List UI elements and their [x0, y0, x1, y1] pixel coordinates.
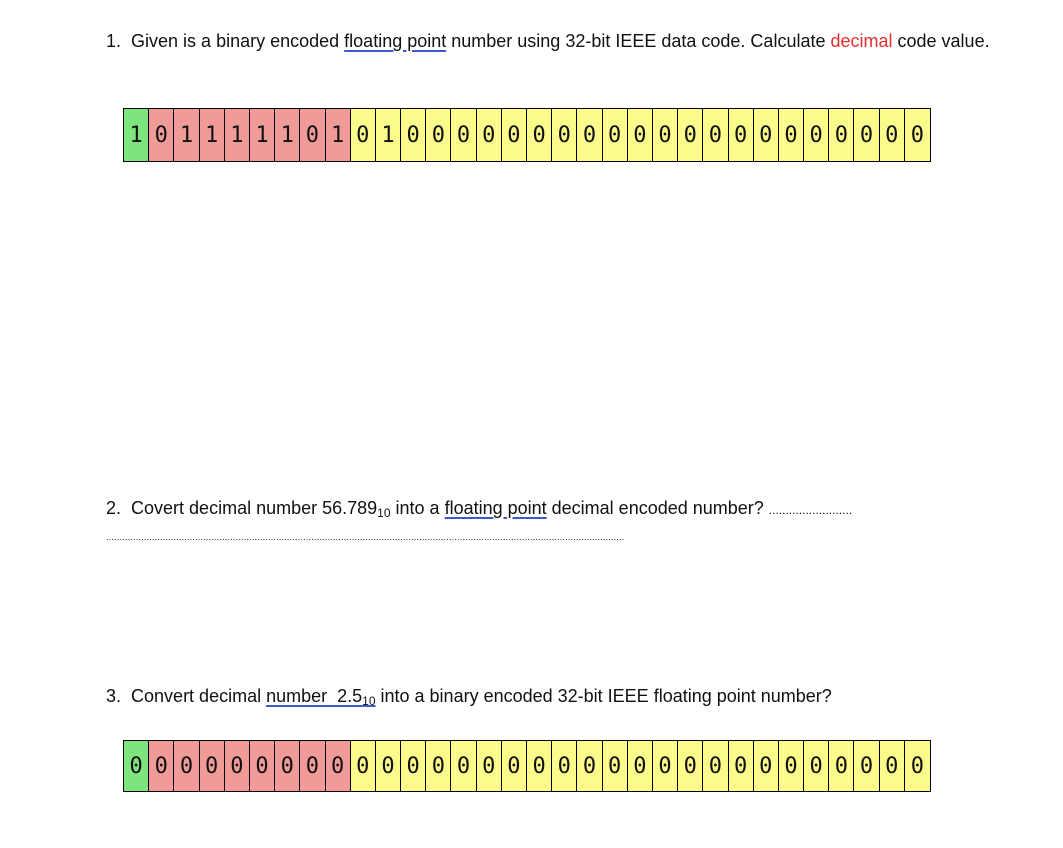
question-3-bit-12: 0 [426, 741, 452, 791]
question-3-bit-5: 0 [249, 741, 276, 791]
question-3-bit-17: 0 [552, 741, 578, 791]
question-1-bit-27: 0 [804, 109, 830, 161]
question-1-bit-26: 0 [778, 109, 805, 161]
question-3-bit-9: 0 [350, 741, 376, 791]
question-3-bit-28: 0 [829, 741, 855, 791]
question-1-bit-2: 1 [174, 109, 200, 161]
question-1-number: 1. [106, 31, 122, 51]
question-1-bit-16: 0 [527, 109, 553, 161]
question-3-bit-16: 0 [527, 741, 553, 791]
question-1-bit-22: 0 [678, 109, 704, 161]
question-3-bit-3: 0 [199, 741, 225, 791]
question-2-text-before: Covert decimal number 56.789 [131, 498, 378, 518]
question-1-bit-6: 1 [275, 109, 301, 161]
question-3-bit-18: 0 [577, 741, 603, 791]
question-1-bit-0: 1 [124, 109, 150, 161]
question-3-bit-27: 0 [804, 741, 830, 791]
question-1-text-middle: number using 32-bit IEEE data code. Calc… [446, 31, 831, 51]
question-1-text-after: code value. [892, 31, 990, 51]
question-2-subscript: 10 [377, 506, 391, 520]
question-1-bit-17: 0 [552, 109, 578, 161]
question-1-bit-14: 0 [476, 109, 502, 161]
question-3-bit-0: 0 [124, 741, 150, 791]
question-1-bit-25: 0 [753, 109, 779, 161]
question-1-bit-4: 1 [224, 109, 250, 161]
question-3-underlined-value: number 2.5 [266, 686, 363, 706]
question-1: 1. Given is a binary encoded floating po… [106, 27, 1041, 55]
question-1-bit-19: 0 [602, 109, 628, 161]
question-3-bit-23: 0 [703, 741, 729, 791]
question-1-text-before: Given is a binary encoded [131, 31, 345, 51]
question-1-bit-10: 1 [375, 109, 402, 161]
question-3-subscript: 10 [362, 694, 376, 708]
question-1-bit-20: 0 [627, 109, 653, 161]
question-1-bit-8: 1 [325, 109, 351, 161]
question-1-decimal-highlight: decimal [830, 31, 893, 51]
question-3-bit-4: 0 [224, 741, 250, 791]
question-3-bit-19: 0 [602, 741, 628, 791]
question-3-bit-31: 0 [904, 741, 930, 791]
question-3-bit-10: 0 [375, 741, 402, 791]
question-1-bit-13: 0 [451, 109, 477, 161]
question-1-bit-31: 0 [904, 109, 930, 161]
question-3-bit-2: 0 [174, 741, 200, 791]
question-1-bit-24: 0 [728, 109, 754, 161]
question-3-bit-21: 0 [652, 741, 679, 791]
question-3-bit-13: 0 [451, 741, 477, 791]
question-1-bit-7: 0 [300, 109, 326, 161]
question-3-bit-8: 0 [325, 741, 351, 791]
question-2-floating-point-term: floating point [444, 498, 547, 518]
question-1-bit-1: 0 [149, 109, 175, 161]
question-3-bit-15: 0 [501, 741, 527, 791]
question-1-bit-5: 1 [249, 109, 276, 161]
question-1-bit-15: 0 [501, 109, 527, 161]
question-3-bit-29: 0 [854, 741, 880, 791]
question-1-bit-30: 0 [879, 109, 905, 161]
question-3-bit-6: 0 [275, 741, 301, 791]
question-3-bit-11: 0 [401, 741, 427, 791]
question-2-answer-line: ........................................… [106, 520, 625, 551]
question-1-bit-row: 10111110101000000000000000000000 [123, 108, 931, 162]
question-1-bit-18: 0 [577, 109, 603, 161]
question-3-bit-row: 00000000000000000000000000000000 [123, 740, 931, 792]
question-1-bit-9: 0 [350, 109, 376, 161]
question-3-bit-25: 0 [753, 741, 779, 791]
question-3-bit-14: 0 [476, 741, 502, 791]
question-2-text-after: decimal encoded number? [546, 498, 769, 518]
question-2-text-middle: into a [390, 498, 445, 518]
question-1-bit-21: 0 [652, 109, 679, 161]
question-2-answer-dots: ......................... [768, 503, 853, 517]
question-3-bit-30: 0 [879, 741, 905, 791]
question-3: 3. Convert decimal number 2.510 into a b… [106, 682, 1041, 715]
question-3-text-before: Convert decimal [131, 686, 267, 706]
question-1-bit-29: 0 [854, 109, 880, 161]
question-1-bit-23: 0 [703, 109, 729, 161]
question-3-bit-24: 0 [728, 741, 754, 791]
question-3-bit-1: 0 [149, 741, 175, 791]
question-3-number-term: number 2.510 [266, 686, 376, 708]
question-1-bit-28: 0 [829, 109, 855, 161]
question-2-number: 2. [106, 498, 122, 518]
question-3-number: 3. [106, 686, 122, 706]
question-2-dots-line: ........................................… [106, 532, 625, 542]
question-3-bit-20: 0 [627, 741, 653, 791]
question-3-bit-26: 0 [778, 741, 805, 791]
question-3-bit-22: 0 [678, 741, 704, 791]
question-3-bit-7: 0 [300, 741, 326, 791]
question-1-bit-12: 0 [426, 109, 452, 161]
question-1-bit-11: 0 [401, 109, 427, 161]
question-1-floating-point-term: floating point [344, 31, 447, 51]
question-3-text-after: into a binary encoded 32-bit IEEE floati… [375, 686, 832, 706]
question-1-bit-3: 1 [199, 109, 225, 161]
